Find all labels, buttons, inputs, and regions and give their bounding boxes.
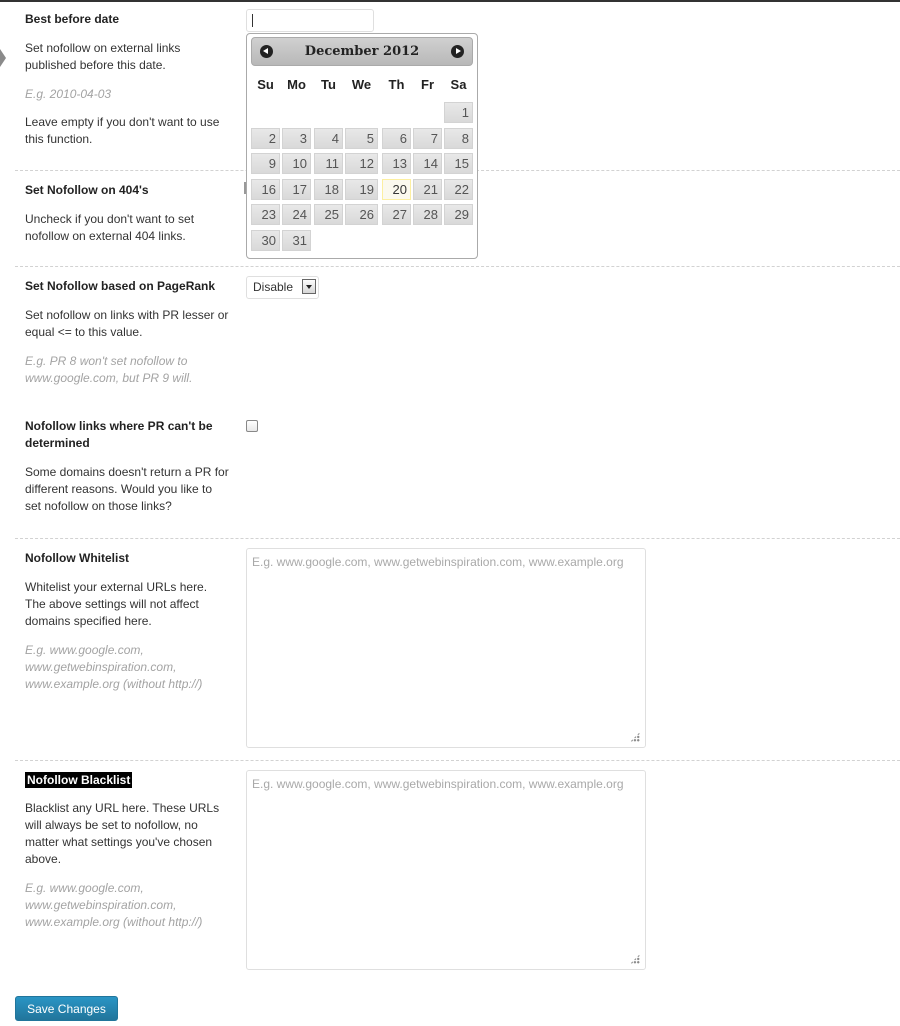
best-before-labels: Best before date Set nofollow on externa… <box>25 11 230 148</box>
pagerank-title: Set Nofollow based on PageRank <box>25 279 216 293</box>
calendar-day[interactable]: 26 <box>345 204 378 225</box>
separator <box>15 760 900 761</box>
pagerank-select[interactable]: Disable <box>246 276 319 299</box>
pr-undetermined-checkbox[interactable] <box>246 420 258 432</box>
pagerank-selected-value: Disable <box>253 280 294 294</box>
blacklist-title: Nofollow Blacklist <box>25 772 133 788</box>
calendar-day[interactable]: 18 <box>314 178 343 200</box>
whitelist-textarea[interactable]: E.g. www.google.com, www.getwebinspirati… <box>246 548 646 748</box>
calendar-day[interactable]: 30 <box>251 229 280 251</box>
weekday-header: Su <box>257 77 274 92</box>
best-before-note: Leave empty if you don't want to use thi… <box>25 115 220 146</box>
best-before-date-input[interactable] <box>246 9 374 32</box>
weekday-header: We <box>351 77 372 92</box>
weekday-header: Th <box>388 77 405 92</box>
weekday-header: Fr <box>421 77 434 92</box>
whitelist-placeholder: E.g. www.google.com, www.getwebinspirati… <box>252 555 624 569</box>
calendar-day[interactable]: 7 <box>413 127 442 149</box>
resize-grip-icon[interactable] <box>630 732 640 742</box>
calendar-day[interactable]: 4 <box>314 127 343 149</box>
top-border <box>0 0 900 2</box>
calendar-day[interactable]: 21 <box>413 178 442 200</box>
pr-undetermined-desc: Some domains doesn't return a PR for dif… <box>25 465 229 513</box>
calendar-day[interactable]: 9 <box>251 153 280 174</box>
calendar-day[interactable]: 24 <box>282 204 311 225</box>
nofollow-404-desc: Uncheck if you don't want to set nofollo… <box>25 212 195 243</box>
datepicker-header: December 2012 <box>251 37 473 66</box>
calendar-day[interactable]: 13 <box>382 153 411 174</box>
whitelist-example: E.g. www.google.com, www.getwebinspirati… <box>25 643 203 691</box>
pagerank-desc: Set nofollow on links with PR lesser or … <box>25 308 229 339</box>
blacklist-labels: Nofollow Blacklist Blacklist any URL her… <box>25 772 230 931</box>
blacklist-example: E.g. www.google.com, www.getwebinspirati… <box>25 881 203 929</box>
pagerank-example: E.g. PR 8 won't set nofollow to www.goog… <box>25 354 193 385</box>
whitelist-labels: Nofollow Whitelist Whitelist your extern… <box>25 550 230 693</box>
side-arrow-icon <box>0 49 6 67</box>
calendar-day[interactable]: 10 <box>282 153 311 174</box>
save-changes-button[interactable]: Save Changes <box>15 996 118 1021</box>
calendar-day[interactable]: 6 <box>382 127 411 149</box>
next-month-icon[interactable] <box>451 45 464 58</box>
chevron-down-icon[interactable] <box>302 279 316 294</box>
pr-undetermined-title: Nofollow links where PR can't be determi… <box>25 419 213 450</box>
calendar-day[interactable]: 14 <box>413 153 442 174</box>
calendar-day[interactable]: 27 <box>382 204 411 225</box>
calendar-day[interactable]: 17 <box>282 178 311 200</box>
nofollow-404-title: Set Nofollow on 404's <box>25 183 149 197</box>
resize-grip-icon[interactable] <box>630 954 640 964</box>
calendar-day[interactable]: 8 <box>444 127 473 149</box>
calendar-day[interactable]: 28 <box>413 204 442 225</box>
calendar-day[interactable]: 3 <box>282 127 311 149</box>
calendar-day[interactable]: 12 <box>345 153 378 174</box>
calendar-day[interactable]: 31 <box>282 229 311 251</box>
calendar-day[interactable]: 5 <box>345 127 378 149</box>
calendar-day[interactable]: 11 <box>314 153 343 174</box>
calendar-day[interactable]: 22 <box>444 178 473 200</box>
separator <box>15 538 900 539</box>
calendar-day[interactable]: 19 <box>345 178 378 200</box>
calendar-day[interactable]: 1 <box>444 102 473 123</box>
calendar-day-today[interactable]: 20 <box>382 178 411 200</box>
blacklist-desc: Blacklist any URL here. These URLs will … <box>25 801 220 866</box>
datepicker-month-label: December 2012 <box>304 44 420 59</box>
nofollow-404-labels: Set Nofollow on 404's Uncheck if you don… <box>25 182 230 245</box>
weekday-header: Sa <box>450 77 467 92</box>
calendar-day[interactable]: 15 <box>444 153 473 174</box>
calendar-day[interactable]: 23 <box>251 204 280 225</box>
blacklist-placeholder: E.g. www.google.com, www.getwebinspirati… <box>252 777 624 791</box>
text-caret <box>252 14 253 27</box>
separator <box>15 266 900 267</box>
best-before-title: Best before date <box>25 12 120 26</box>
whitelist-desc: Whitelist your external URLs here. The a… <box>25 580 208 628</box>
weekday-header: Tu <box>321 77 336 92</box>
datepicker-popup: December 2012 Su Mo Tu We Th Fr Sa 1 2 3 4 5 6 7 8 9 10 1… <box>246 33 478 259</box>
weekday-header: Mo <box>287 77 306 92</box>
pr-undetermined-labels: Nofollow links where PR can't be determi… <box>25 418 230 515</box>
best-before-desc: Set nofollow on external links published… <box>25 41 181 72</box>
whitelist-title: Nofollow Whitelist <box>25 551 129 565</box>
pagerank-labels: Set Nofollow based on PageRank Set nofol… <box>25 278 230 387</box>
blacklist-textarea[interactable]: E.g. www.google.com, www.getwebinspirati… <box>246 770 646 970</box>
calendar-day[interactable]: 2 <box>251 127 280 149</box>
calendar-day[interactable]: 25 <box>314 204 343 225</box>
best-before-example: E.g. 2010-04-03 <box>25 87 112 101</box>
calendar-day[interactable]: 16 <box>251 178 280 200</box>
calendar-day[interactable]: 29 <box>444 204 473 225</box>
